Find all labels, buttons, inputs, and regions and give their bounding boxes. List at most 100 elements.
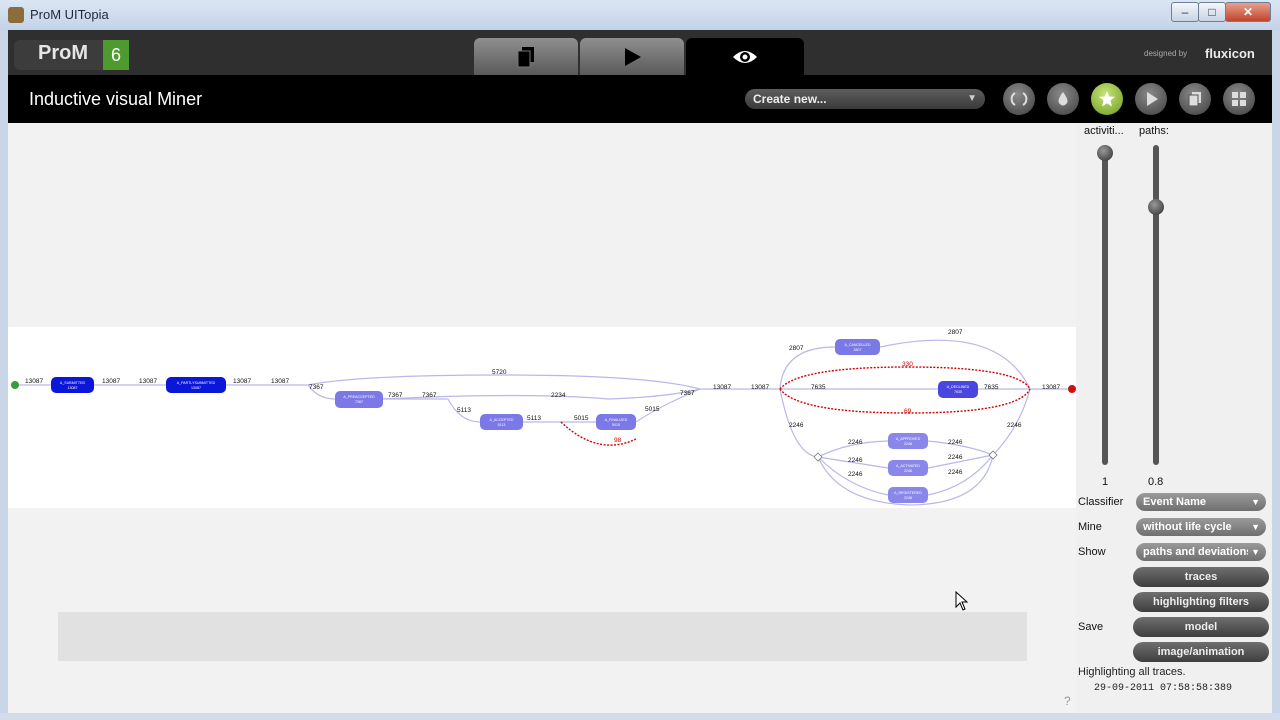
traces-button[interactable]: traces (1133, 567, 1269, 587)
app-icon (8, 7, 24, 23)
paths-value: 0.8 (1148, 476, 1164, 488)
activity-node[interactable]: A_SUBMITTED13087 (51, 377, 94, 393)
process-model-graph[interactable]: A_SUBMITTED 13087 A_PARTLYSUBMITTED 13087 … (8, 327, 1077, 508)
copy-button[interactable] (1179, 83, 1211, 115)
activities-value: 1 (1102, 476, 1109, 488)
svg-text:A_FINALIZED: A_FINALIZED (605, 418, 628, 422)
activity-node[interactable]: A_ACCEPTED5113 (480, 414, 523, 430)
svg-text:7367: 7367 (680, 390, 695, 397)
svg-text:7635: 7635 (984, 384, 999, 391)
svg-text:13087: 13087 (713, 384, 731, 391)
activity-node[interactable]: A_CANCELLED2807 (835, 339, 880, 355)
favorite-button[interactable] (1091, 83, 1123, 115)
activity-node[interactable]: A_ACTIVATED2246 (888, 460, 928, 476)
activities-slider-label: activiti... (1084, 125, 1124, 137)
process-model-svg: A_SUBMITTED13087 A_PARTLYSUBMITTED13087 … (11, 329, 1076, 506)
highlighting-filters-button[interactable]: highlighting filters (1133, 592, 1269, 612)
svg-text:A_REGISTERED: A_REGISTERED (894, 491, 922, 495)
svg-text:7367: 7367 (309, 384, 324, 391)
svg-text:2807: 2807 (789, 345, 804, 352)
mouse-cursor-icon (955, 591, 969, 611)
minimize-button[interactable]: – (1171, 2, 1199, 22)
paths-slider-label: paths: (1139, 125, 1169, 137)
activity-node[interactable]: A_FINALIZED5015 (596, 414, 636, 430)
svg-text:5015: 5015 (645, 406, 660, 413)
svg-text:7635: 7635 (954, 390, 962, 394)
tab-workspace[interactable] (474, 38, 578, 75)
svg-text:5113: 5113 (498, 423, 506, 427)
paths-slider[interactable] (1153, 145, 1159, 465)
svg-text:13087: 13087 (1042, 384, 1060, 391)
svg-text:2246: 2246 (904, 496, 912, 500)
activity-node[interactable]: A_PREACCEPTED7367 (335, 391, 383, 408)
activities-slider-thumb[interactable] (1097, 145, 1113, 161)
svg-text:7367: 7367 (422, 392, 437, 399)
activity-node[interactable]: A_PARTLYSUBMITTED13087 (166, 377, 226, 393)
designed-by-label: designed by (1144, 49, 1188, 58)
svg-text:2246: 2246 (904, 442, 912, 446)
prom-logo-text: ProM (38, 42, 88, 64)
svg-text:5113: 5113 (527, 415, 541, 422)
save-image-animation-button[interactable]: image/animation (1133, 642, 1269, 662)
svg-text:A_ACCEPTED: A_ACCEPTED (490, 418, 514, 422)
svg-text:98: 98 (614, 437, 622, 444)
chevron-down-icon: ▼ (1251, 497, 1260, 507)
activity-node[interactable]: A_REGISTERED2246 (888, 487, 928, 503)
drop-button[interactable] (1047, 83, 1079, 115)
close-button[interactable]: ✕ (1225, 2, 1271, 22)
play-button[interactable] (1135, 83, 1167, 115)
activities-slider[interactable] (1102, 145, 1108, 465)
timestamp: 29-09-2011 07:58:58:389 (1094, 683, 1233, 694)
save-model-button[interactable]: model (1133, 617, 1269, 637)
svg-text:13087: 13087 (25, 378, 43, 385)
mine-value: without life cycle (1143, 521, 1232, 533)
create-new-label: Create new... (753, 92, 827, 106)
svg-text:A_APPROVED: A_APPROVED (896, 437, 921, 441)
classifier-value: Event Name (1143, 496, 1206, 508)
star-icon (1099, 91, 1115, 107)
paths-slider-thumb[interactable] (1148, 198, 1164, 215)
activity-node[interactable]: A_DECLINED7635 (938, 381, 978, 398)
activity-node[interactable]: A_APPROVED2246 (888, 433, 928, 449)
window-frame-right (1272, 30, 1280, 713)
maximize-button[interactable]: □ (1198, 2, 1226, 22)
show-label: Show (1078, 546, 1106, 558)
play-icon (625, 48, 641, 66)
save-label: Save (1078, 621, 1104, 633)
svg-text:5720: 5720 (492, 369, 507, 376)
refresh-icon (1010, 92, 1028, 106)
svg-text:13087: 13087 (191, 386, 201, 390)
window-frame-left (0, 30, 8, 713)
create-new-dropdown[interactable]: Create new... ▼ (745, 89, 985, 109)
start-node (11, 381, 19, 389)
classifier-select[interactable]: Event Name ▼ (1136, 493, 1266, 511)
window-titlebar: ProM UITopia – □ ✕ (0, 0, 1280, 31)
svg-text:2246: 2246 (948, 454, 963, 461)
drop-icon (1058, 92, 1068, 106)
end-node (1068, 385, 1076, 393)
svg-text:2246: 2246 (848, 457, 863, 464)
refresh-button[interactable] (1003, 83, 1035, 115)
mine-select[interactable]: without life cycle ▼ (1136, 518, 1266, 536)
window-title: ProM UITopia (30, 7, 109, 22)
svg-text:5015: 5015 (612, 423, 620, 427)
svg-text:5113: 5113 (457, 407, 471, 414)
svg-text:2246: 2246 (948, 439, 963, 446)
page-title: Inductive visual Miner (29, 89, 203, 109)
svg-text:2246: 2246 (848, 439, 863, 446)
svg-text:13087: 13087 (271, 378, 289, 385)
grid-button[interactable] (1223, 83, 1255, 115)
classifier-label: Classifier (1078, 496, 1124, 508)
svg-text:A_PREACCEPTED: A_PREACCEPTED (343, 395, 375, 399)
svg-text:13087: 13087 (139, 378, 157, 385)
show-select[interactable]: paths and deviations ▼ (1136, 543, 1266, 561)
animation-panel (58, 612, 1027, 661)
help-icon[interactable]: ? (1064, 694, 1071, 708)
tab-views[interactable] (686, 38, 804, 75)
svg-text:7367: 7367 (355, 400, 363, 404)
edge-labels: 13087 13087 13087 13087 13087 7367 5720 … (25, 329, 1060, 478)
prom-logo-version: 6 (103, 40, 129, 70)
highlighting-status: Highlighting all traces. (1078, 666, 1186, 678)
tab-actions[interactable] (580, 38, 684, 75)
chevron-down-icon: ▼ (1251, 522, 1260, 532)
